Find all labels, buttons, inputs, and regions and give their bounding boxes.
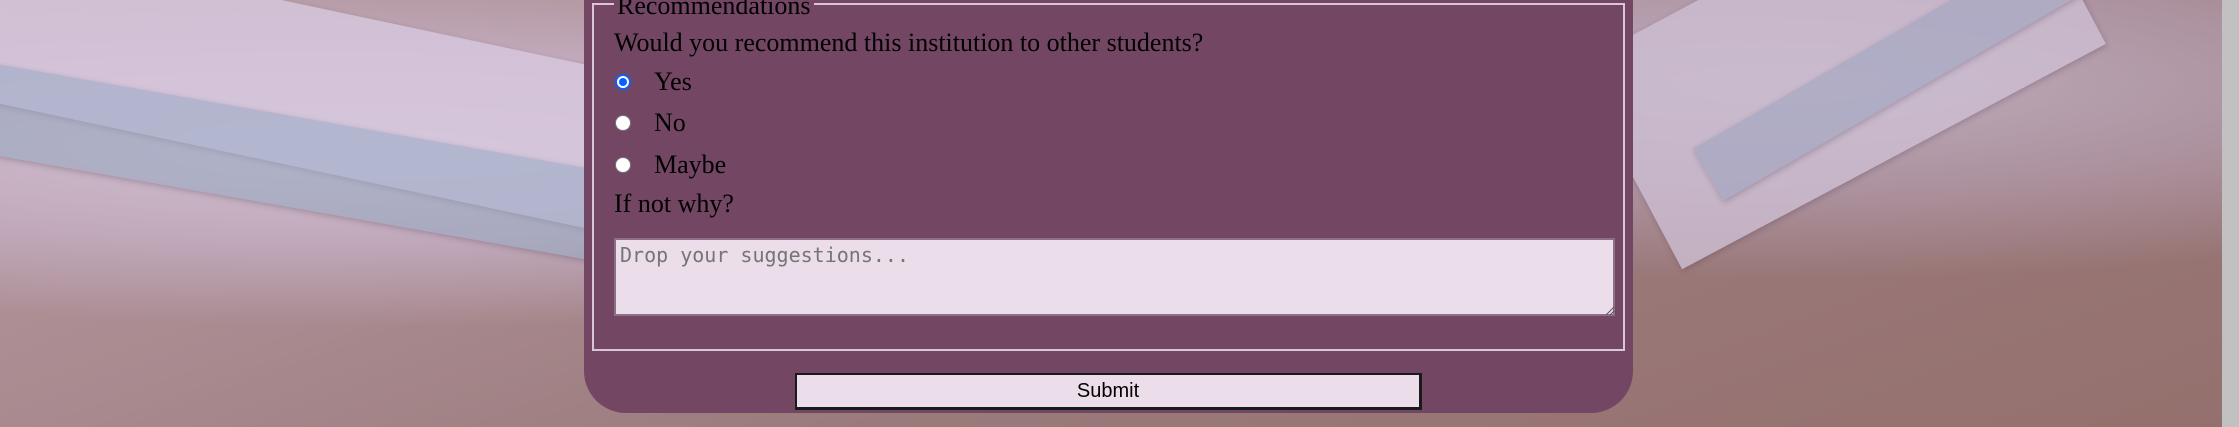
submit-button[interactable]: Submit (795, 373, 1422, 410)
radio-label-maybe: Maybe (654, 150, 727, 179)
radio-option-yes[interactable]: Yes (614, 67, 692, 97)
recommend-question: Would you recommend this institution to … (614, 28, 1204, 57)
suggestions-textarea[interactable] (614, 238, 1615, 316)
radio-option-maybe[interactable]: Maybe (614, 150, 726, 180)
survey-form-panel: Recommendations Would you recommend this… (584, 0, 1633, 413)
if-not-why-label: If not why? (614, 189, 734, 218)
background-paper (1574, 0, 2106, 270)
radio-button-maybe[interactable] (615, 157, 631, 173)
radio-option-no[interactable]: No (614, 108, 686, 138)
radio-label-yes: Yes (654, 67, 692, 96)
radio-label-no: No (654, 108, 686, 137)
radio-button-yes[interactable] (615, 74, 631, 90)
radio-button-no[interactable] (615, 115, 631, 131)
recommendations-fieldset: Recommendations Would you recommend this… (592, 0, 1625, 351)
page-scrollbar[interactable] (2222, 0, 2239, 427)
recommendations-legend: Recommendations (614, 0, 814, 19)
